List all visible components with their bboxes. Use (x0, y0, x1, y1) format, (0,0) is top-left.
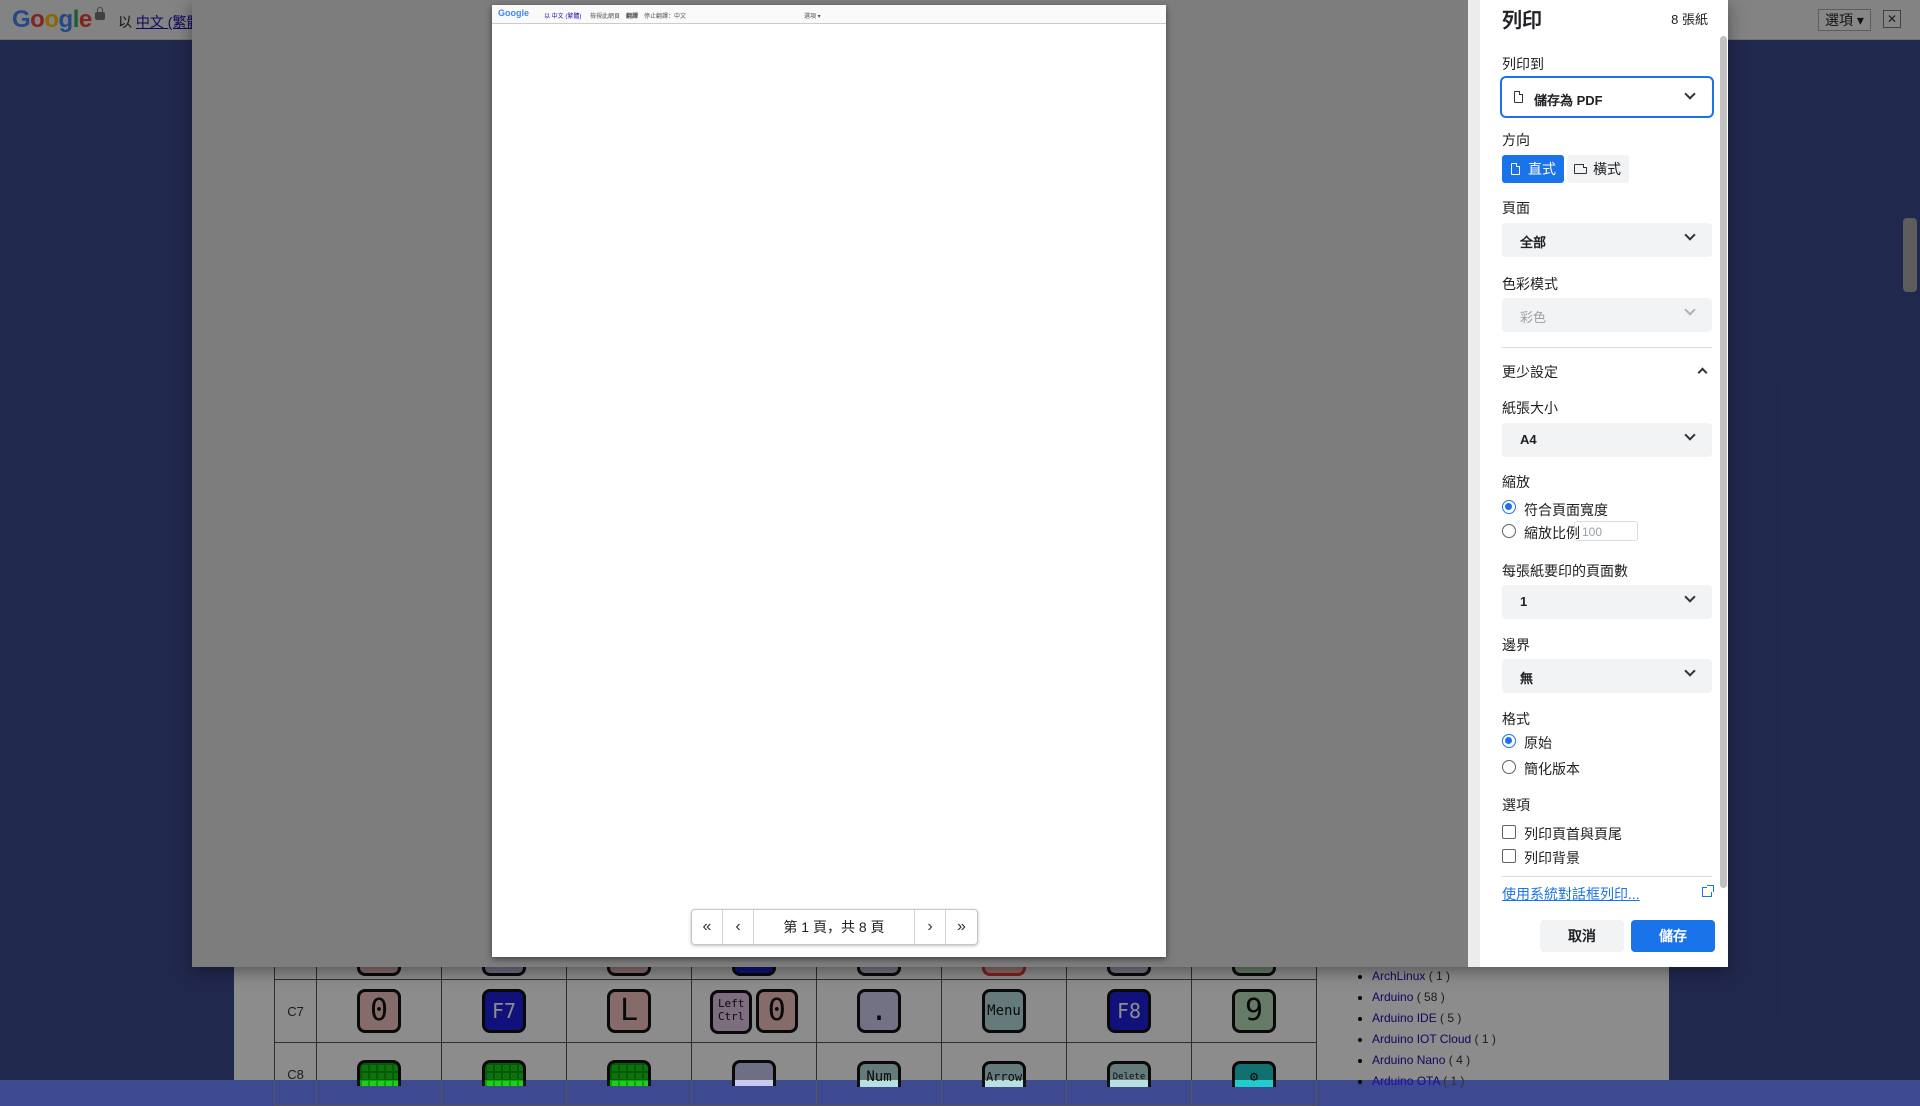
chevron-up-icon (1697, 367, 1708, 378)
destination-value: 儲存為 PDF (1534, 93, 1603, 108)
pages-select[interactable]: 全部 (1502, 223, 1712, 257)
options-label: 選項 (1502, 797, 1530, 813)
document-icon (1514, 91, 1523, 103)
chevron-down-icon (1684, 665, 1696, 677)
chevron-down-icon (1684, 591, 1696, 603)
preview-stop: 停止翻譯：中文 (644, 14, 687, 20)
less-settings-label: 更少設定 (1502, 364, 1558, 380)
backgrounds-checkbox[interactable] (1502, 849, 1516, 863)
system-dialog-link[interactable]: 使用系統對話框列印... (1502, 884, 1640, 904)
preview-lang: 以 中文 (繁體) (544, 14, 582, 20)
preview-original: 檢視此網頁 (590, 14, 621, 20)
print-settings-panel: 列印 8 張紙 列印到 儲存為 PDF 方向 直式 橫式 頁面 全部 色彩模式 … (1480, 0, 1728, 967)
sheet-count: 8 張紙 (1671, 12, 1708, 27)
preview-page-header: Google 以 中文 (繁體) 檢視此網頁 翻譯 停止翻譯：中文 選項 ▾ (492, 5, 1166, 24)
scale-input[interactable]: 100 (1574, 521, 1638, 541)
preview-page: Google 以 中文 (繁體) 檢視此網頁 翻譯 停止翻譯：中文 選項 ▾ (492, 5, 1166, 957)
color-mode-value: 彩色 (1520, 310, 1547, 325)
chevron-down-icon (1684, 304, 1696, 316)
page-indicator: 第 1 頁，共 8 頁 (754, 910, 915, 944)
preview-options: 選項 ▾ (804, 14, 821, 20)
save-button[interactable]: 儲存 (1631, 920, 1715, 952)
less-settings-toggle[interactable]: 更少設定 (1502, 362, 1712, 382)
landscape-icon (1574, 164, 1587, 174)
destination-label: 列印到 (1502, 56, 1544, 72)
open-external-icon (1702, 885, 1714, 897)
page-navigator: « ‹ 第 1 頁，共 8 頁 › » (691, 909, 978, 945)
print-dialog: Google 以 中文 (繁體) 檢視此網頁 翻譯 停止翻譯：中文 選項 ▾ «… (192, 0, 1728, 967)
next-page-button[interactable]: › (915, 910, 946, 944)
portrait-button[interactable]: 直式 (1502, 155, 1564, 183)
pages-per-sheet-label: 每張紙要印的頁面數 (1502, 563, 1628, 579)
format-original-radio[interactable] (1502, 734, 1516, 748)
section-divider (1502, 876, 1712, 877)
portrait-label: 直式 (1528, 161, 1556, 177)
paper-size-select[interactable]: A4 (1502, 423, 1712, 457)
chevron-down-icon (1684, 429, 1696, 441)
landscape-button[interactable]: 橫式 (1567, 155, 1629, 183)
chevron-down-icon (1684, 229, 1696, 241)
color-mode-select: 彩色 (1502, 298, 1712, 332)
margins-select[interactable]: 無 (1502, 659, 1712, 693)
format-label: 格式 (1502, 711, 1530, 727)
paper-size-label: 紙張大小 (1502, 400, 1558, 416)
format-simplified-label: 簡化版本 (1524, 761, 1580, 777)
pages-label: 頁面 (1502, 200, 1530, 216)
preview-translate: 翻譯 (626, 14, 639, 20)
print-preview-area: Google 以 中文 (繁體) 檢視此網頁 翻譯 停止翻譯：中文 選項 ▾ «… (192, 0, 1468, 967)
cancel-button[interactable]: 取消 (1540, 920, 1624, 952)
margins-label: 邊界 (1502, 637, 1530, 653)
fit-width-label: 符合頁面寬度 (1524, 502, 1608, 518)
orientation-label: 方向 (1502, 132, 1530, 148)
print-title: 列印 (1502, 10, 1542, 32)
custom-scale-radio[interactable] (1502, 524, 1516, 538)
destination-select[interactable]: 儲存為 PDF (1500, 76, 1714, 118)
landscape-label: 橫式 (1593, 161, 1621, 177)
last-page-button[interactable]: » (946, 910, 977, 944)
custom-scale-label: 縮放比例 (1524, 525, 1580, 541)
headers-footers-label: 列印頁首與頁尾 (1524, 826, 1622, 842)
first-page-button[interactable]: « (692, 910, 723, 944)
fit-width-radio[interactable] (1502, 500, 1516, 514)
chevron-down-icon (1684, 88, 1696, 100)
pages-per-sheet-value: 1 (1520, 594, 1528, 609)
pages-value: 全部 (1520, 235, 1547, 250)
pages-per-sheet-select[interactable]: 1 (1502, 585, 1712, 619)
headers-footers-checkbox[interactable] (1502, 825, 1516, 839)
section-divider (1502, 347, 1712, 348)
preview-google-logo: Google (498, 8, 529, 18)
format-original-label: 原始 (1524, 735, 1552, 751)
paper-size-value: A4 (1520, 432, 1537, 447)
settings-scrollbar[interactable] (1720, 36, 1727, 888)
backgrounds-label: 列印背景 (1524, 850, 1580, 866)
color-mode-label: 色彩模式 (1502, 276, 1558, 292)
panel-divider (1468, 0, 1480, 967)
format-simplified-radio[interactable] (1502, 760, 1516, 774)
scale-label: 縮放 (1502, 474, 1530, 490)
portrait-icon (1511, 163, 1520, 175)
margins-value: 無 (1520, 671, 1534, 686)
previous-page-button[interactable]: ‹ (723, 910, 754, 944)
